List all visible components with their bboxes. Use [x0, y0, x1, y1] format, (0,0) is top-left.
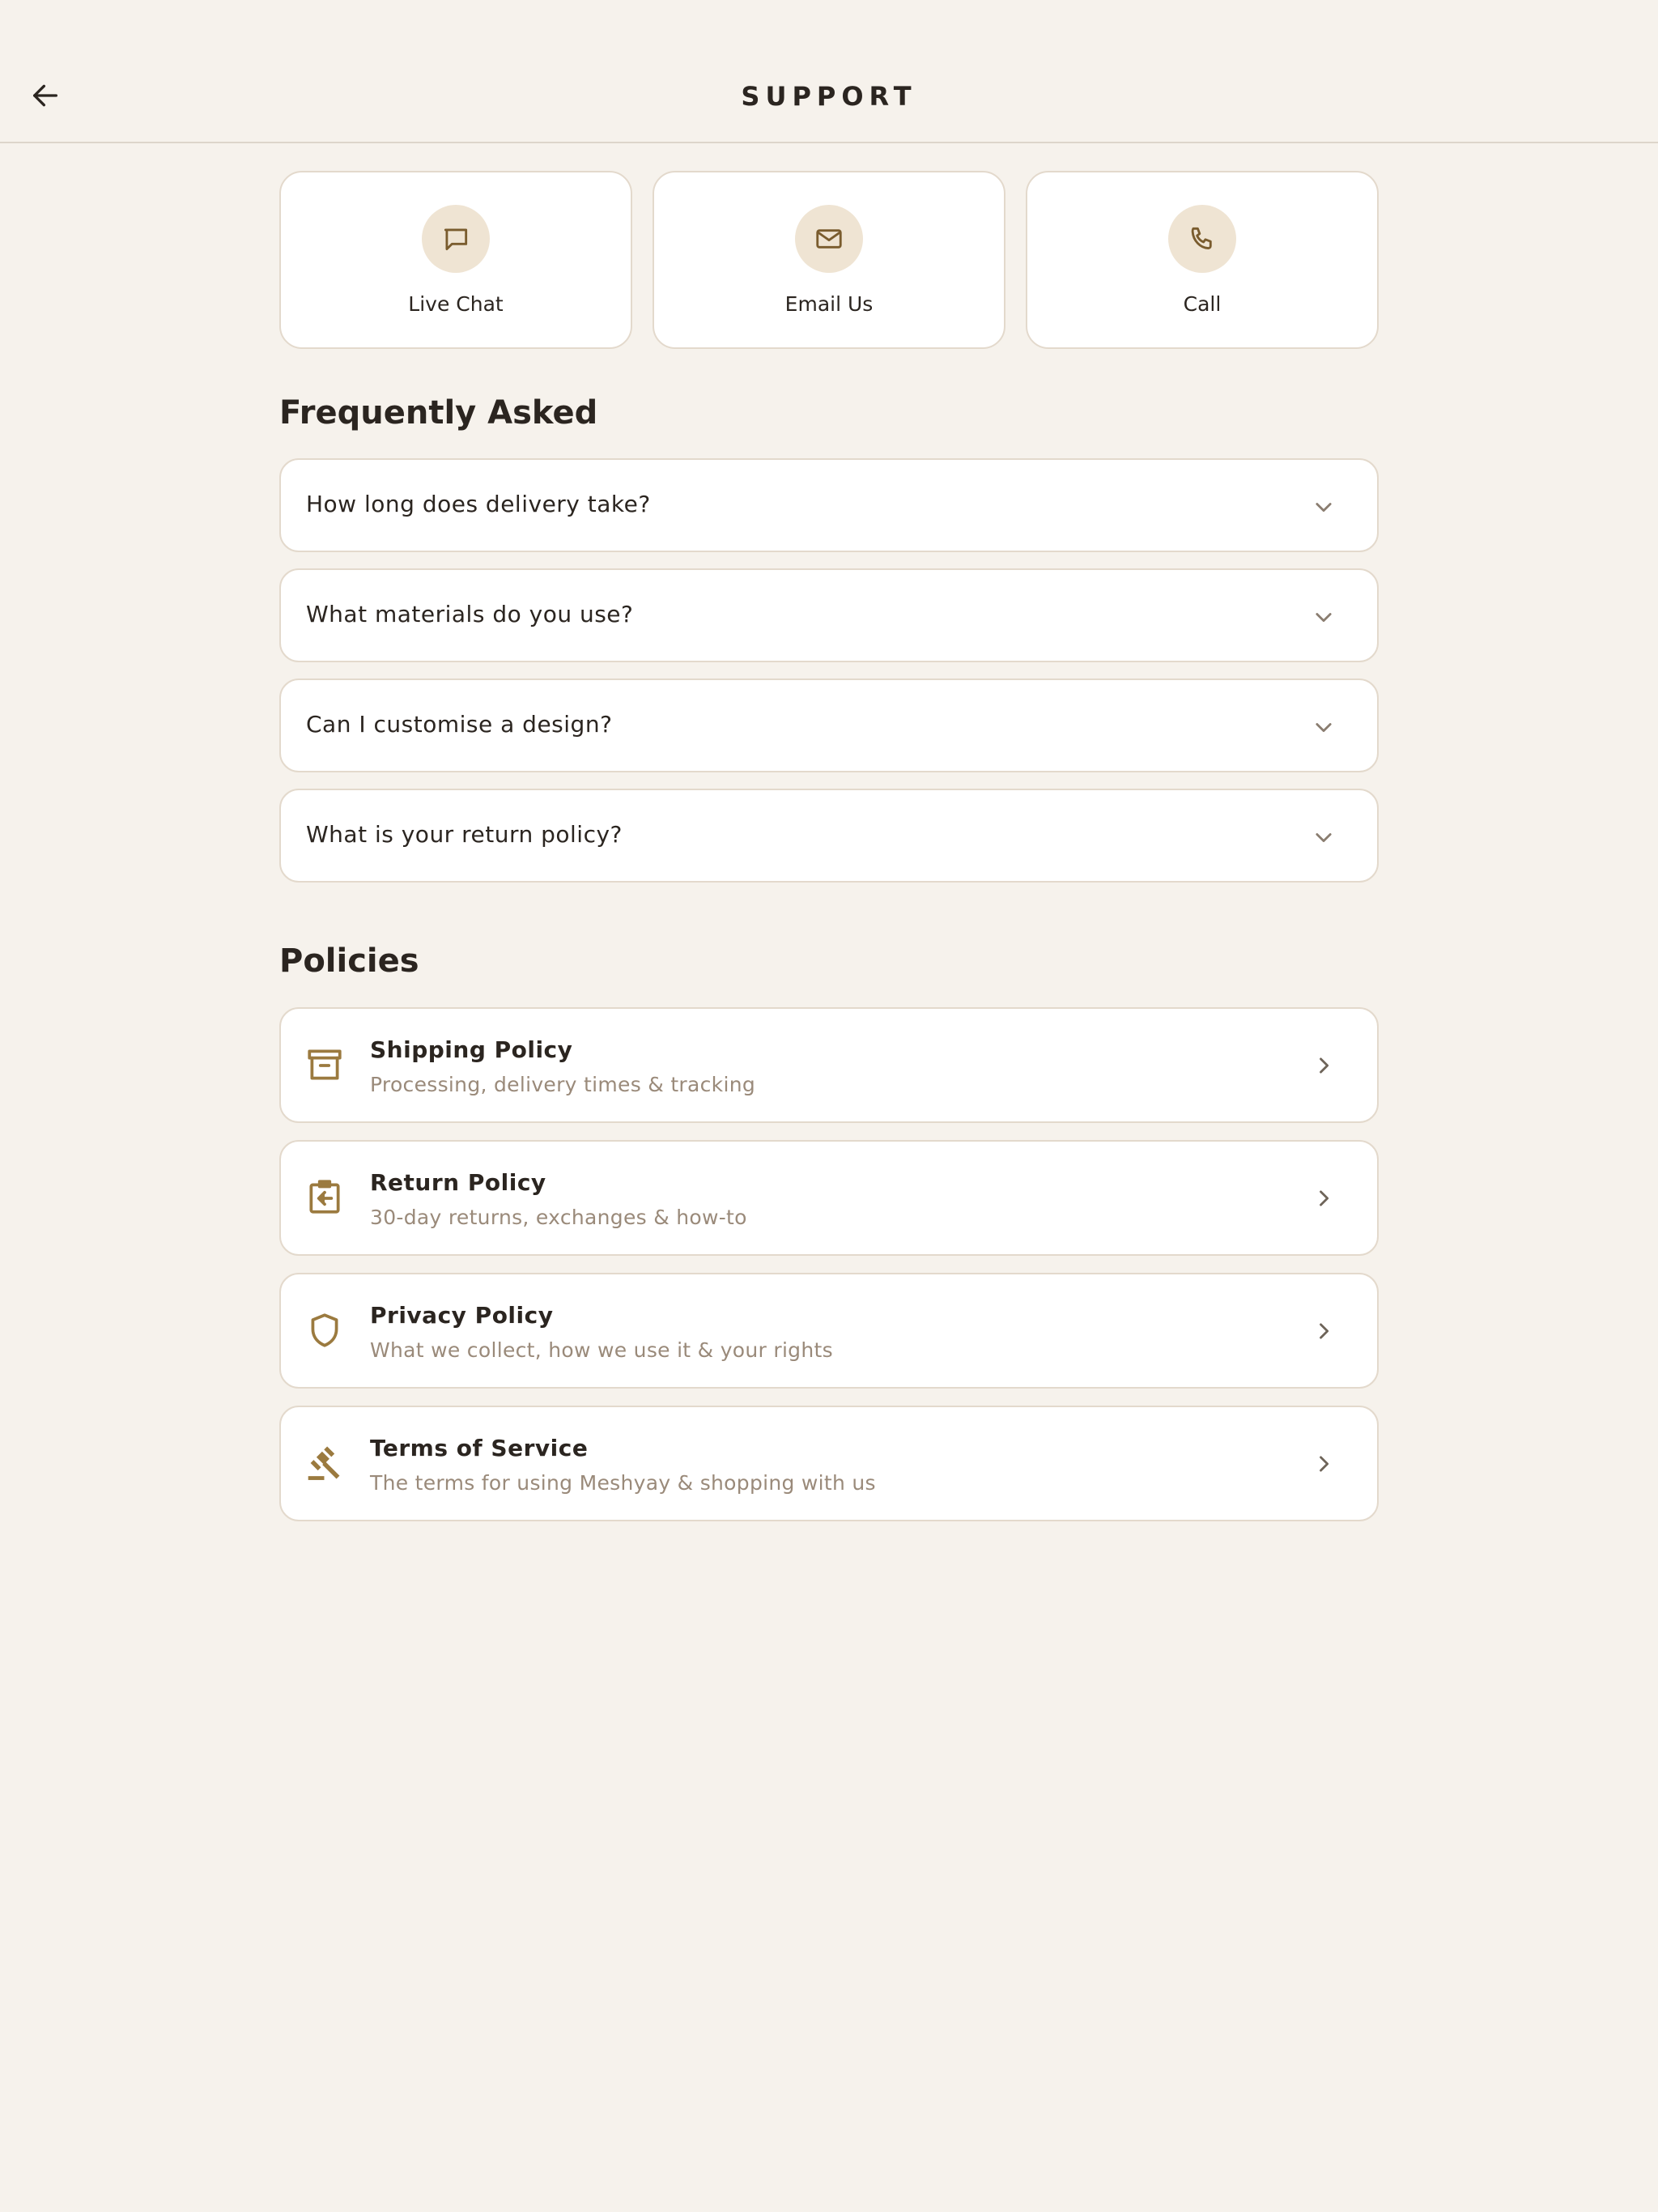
policy-title: Terms of Service — [370, 1435, 589, 1461]
chevron-right-icon — [1320, 1323, 1329, 1339]
policy-item-privacy[interactable]: Privacy Policy What we collect, how we u… — [279, 1273, 1379, 1389]
call-button[interactable]: Call — [1026, 171, 1379, 349]
faq-question: What is your return policy? — [306, 821, 623, 848]
faq-item-customise[interactable]: Can I customise a design? — [279, 678, 1379, 772]
call-label: Call — [1183, 292, 1222, 316]
return-clipboard-icon — [309, 1180, 340, 1214]
policy-item-return[interactable]: Return Policy 30-day returns, exchanges … — [279, 1140, 1379, 1256]
policy-title: Privacy Policy — [370, 1302, 554, 1329]
envelope-icon — [816, 229, 842, 249]
gavel-icon — [308, 1446, 340, 1480]
policy-subtitle: What we collect, how we use it & your ri… — [370, 1338, 833, 1362]
chevron-down-icon — [1316, 723, 1332, 733]
live-chat-label: Live Chat — [408, 292, 504, 316]
policy-title: Return Policy — [370, 1169, 546, 1196]
phone-icon — [1191, 227, 1212, 249]
policy-item-shipping[interactable]: Shipping Policy Processing, delivery tim… — [279, 1007, 1379, 1123]
faq-question: How long does delivery take? — [306, 491, 651, 517]
policies-section-title: Policies — [279, 942, 419, 980]
policy-subtitle: The terms for using Meshyay & shopping w… — [370, 1471, 876, 1495]
call-icon-circle — [1168, 205, 1236, 273]
chevron-right-icon — [1320, 1190, 1329, 1206]
faq-question: What materials do you use? — [306, 601, 634, 627]
chevron-right-icon — [1320, 1456, 1329, 1472]
shield-icon — [311, 1313, 338, 1347]
chevron-down-icon — [1316, 613, 1332, 623]
policy-title: Shipping Policy — [370, 1036, 573, 1063]
policy-subtitle: Processing, delivery times & tracking — [370, 1073, 756, 1096]
archive-box-icon — [308, 1049, 342, 1080]
faq-item-materials[interactable]: What materials do you use? — [279, 568, 1379, 662]
email-us-icon-circle — [795, 205, 863, 273]
faq-item-delivery[interactable]: How long does delivery take? — [279, 458, 1379, 552]
page-title: SUPPORT — [741, 81, 917, 112]
chevron-down-icon — [1316, 503, 1332, 513]
faq-question: Can I customise a design? — [306, 711, 613, 738]
chevron-right-icon — [1320, 1057, 1329, 1074]
chevron-down-icon — [1316, 833, 1332, 843]
live-chat-icon-circle — [422, 205, 490, 273]
live-chat-button[interactable]: Live Chat — [279, 171, 632, 349]
chat-bubble-icon — [444, 228, 468, 251]
email-us-label: Email Us — [784, 292, 874, 316]
policy-subtitle: 30-day returns, exchanges & how-to — [370, 1206, 747, 1229]
faq-item-return-policy[interactable]: What is your return policy? — [279, 789, 1379, 883]
faq-section-title: Frequently Asked — [279, 394, 598, 432]
top-bar: SUPPORT — [0, 0, 1658, 143]
policy-item-terms[interactable]: Terms of Service The terms for using Mes… — [279, 1406, 1379, 1521]
email-us-button[interactable]: Email Us — [653, 171, 1005, 349]
